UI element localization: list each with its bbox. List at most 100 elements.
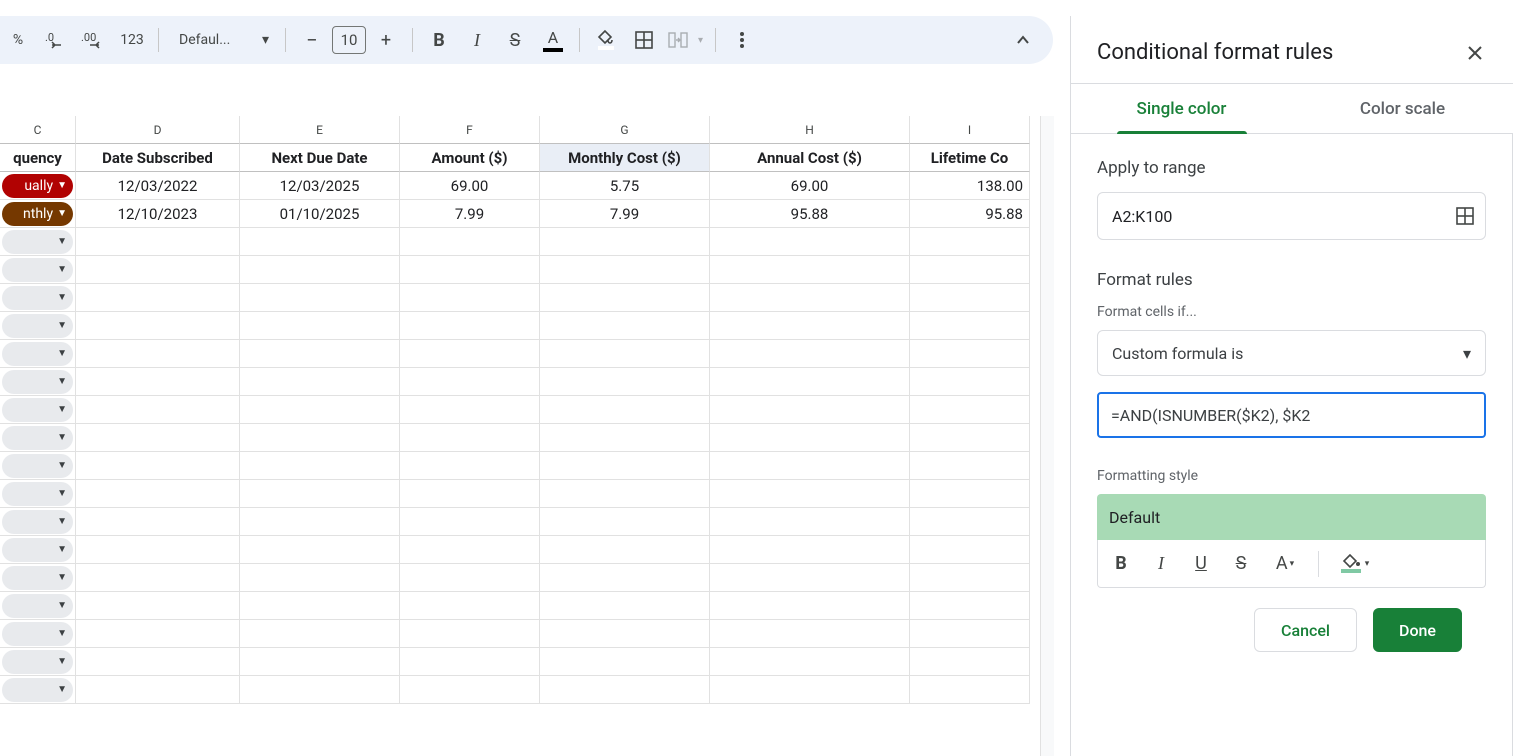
cell[interactable] (910, 480, 1030, 508)
frequency-chip[interactable]: ▼ (2, 230, 73, 254)
tab-color-scale[interactable]: Color scale (1292, 84, 1513, 133)
cell[interactable] (910, 564, 1030, 592)
cell[interactable] (76, 368, 240, 396)
cell[interactable] (76, 564, 240, 592)
cell-frequency[interactable]: ▼ (0, 256, 76, 284)
frequency-chip[interactable]: ▼ (2, 510, 73, 534)
cell-frequency[interactable]: ▼ (0, 592, 76, 620)
cell[interactable] (710, 284, 910, 312)
cell-frequency[interactable]: ▼ (0, 368, 76, 396)
col-header-E[interactable]: E (240, 116, 400, 144)
frequency-chip[interactable]: ▼ (2, 426, 73, 450)
cell[interactable] (240, 620, 400, 648)
frequency-chip[interactable]: ▼ (2, 538, 73, 562)
cell[interactable] (240, 228, 400, 256)
cell[interactable] (710, 396, 910, 424)
cell[interactable] (76, 396, 240, 424)
cell-date-subscribed[interactable]: 12/10/2023 (76, 200, 240, 228)
cell[interactable] (240, 480, 400, 508)
cell[interactable] (240, 368, 400, 396)
cell[interactable] (540, 508, 710, 536)
cell-frequency[interactable]: ▼ (0, 564, 76, 592)
cell[interactable] (400, 564, 540, 592)
cell[interactable] (240, 452, 400, 480)
cell-frequency[interactable]: ▼ (0, 480, 76, 508)
cell[interactable] (400, 452, 540, 480)
cell[interactable] (240, 284, 400, 312)
cell-next-due-date[interactable]: 01/10/2025 (240, 200, 400, 228)
cell[interactable] (910, 396, 1030, 424)
cell[interactable] (400, 312, 540, 340)
cell-date-subscribed[interactable]: 12/03/2022 (76, 172, 240, 200)
cell[interactable] (76, 676, 240, 704)
cell[interactable] (910, 312, 1030, 340)
cell[interactable] (76, 256, 240, 284)
cell-frequency[interactable]: ▼ (0, 648, 76, 676)
cell[interactable] (710, 452, 910, 480)
style-italic-button[interactable]: I (1148, 548, 1174, 580)
cell[interactable] (710, 480, 910, 508)
col-header-I[interactable]: I (910, 116, 1030, 144)
frequency-chip[interactable]: ually▼ (2, 174, 73, 198)
merge-cells-button[interactable]: ▾ (664, 22, 707, 58)
frequency-chip[interactable]: ▼ (2, 678, 73, 702)
cell[interactable] (710, 676, 910, 704)
cell-frequency[interactable]: ▼ (0, 340, 76, 368)
tab-single-color[interactable]: Single color (1071, 84, 1292, 133)
cell[interactable] (240, 424, 400, 452)
cell[interactable] (76, 480, 240, 508)
cell-frequency[interactable]: ▼ (0, 396, 76, 424)
cell[interactable] (400, 256, 540, 284)
cell-frequency[interactable]: ▼ (0, 424, 76, 452)
cell[interactable] (910, 368, 1030, 396)
percent-format-button[interactable]: % (0, 22, 36, 58)
style-bold-button[interactable]: B (1108, 548, 1134, 580)
increase-font-size-button[interactable]: + (368, 22, 404, 58)
cell[interactable] (710, 620, 910, 648)
cell-monthly-cost[interactable]: 5.75 (540, 172, 710, 200)
apply-to-range-field[interactable]: A2:K100 (1097, 192, 1486, 240)
cell[interactable] (540, 480, 710, 508)
header-cell-date-subscribed[interactable]: Date Subscribed (76, 144, 240, 172)
cell[interactable] (400, 368, 540, 396)
style-preview[interactable]: Default (1097, 494, 1486, 540)
cell[interactable] (710, 340, 910, 368)
cell[interactable] (710, 368, 910, 396)
text-color-button[interactable]: A (535, 22, 571, 58)
cell[interactable] (76, 228, 240, 256)
frequency-chip[interactable]: ▼ (2, 622, 73, 646)
bold-button[interactable]: B (421, 22, 457, 58)
cell[interactable] (400, 396, 540, 424)
cell[interactable] (540, 648, 710, 676)
cell[interactable] (910, 424, 1030, 452)
cell[interactable] (540, 284, 710, 312)
cell-frequency[interactable]: ▼ (0, 508, 76, 536)
header-cell-amount[interactable]: Amount ($) (400, 144, 540, 172)
style-strikethrough-button[interactable]: S (1228, 548, 1254, 580)
cell[interactable] (910, 452, 1030, 480)
cell[interactable] (540, 368, 710, 396)
formula-input[interactable]: =AND(ISNUMBER($K2), $K2 (1097, 392, 1486, 438)
cell[interactable] (240, 508, 400, 536)
frequency-chip[interactable]: ▼ (2, 370, 73, 394)
cell[interactable] (540, 312, 710, 340)
cell[interactable] (76, 452, 240, 480)
fill-color-button[interactable] (588, 22, 624, 58)
cell[interactable] (910, 228, 1030, 256)
cell[interactable] (400, 284, 540, 312)
cell[interactable] (910, 284, 1030, 312)
cell[interactable] (910, 508, 1030, 536)
cell[interactable] (400, 228, 540, 256)
cell-next-due-date[interactable]: 12/03/2025 (240, 172, 400, 200)
col-header-D[interactable]: D (76, 116, 240, 144)
cell[interactable] (76, 424, 240, 452)
cell[interactable] (710, 228, 910, 256)
cell[interactable] (76, 592, 240, 620)
cell-amount[interactable]: 7.99 (400, 200, 540, 228)
frequency-chip[interactable]: ▼ (2, 258, 73, 282)
spreadsheet-grid[interactable]: C D E F G H I quency Date Subscribed Nex… (0, 116, 1061, 756)
style-fill-color-button[interactable]: ▾ (1335, 548, 1375, 580)
cell[interactable] (400, 536, 540, 564)
cell[interactable] (540, 592, 710, 620)
cell[interactable] (910, 256, 1030, 284)
